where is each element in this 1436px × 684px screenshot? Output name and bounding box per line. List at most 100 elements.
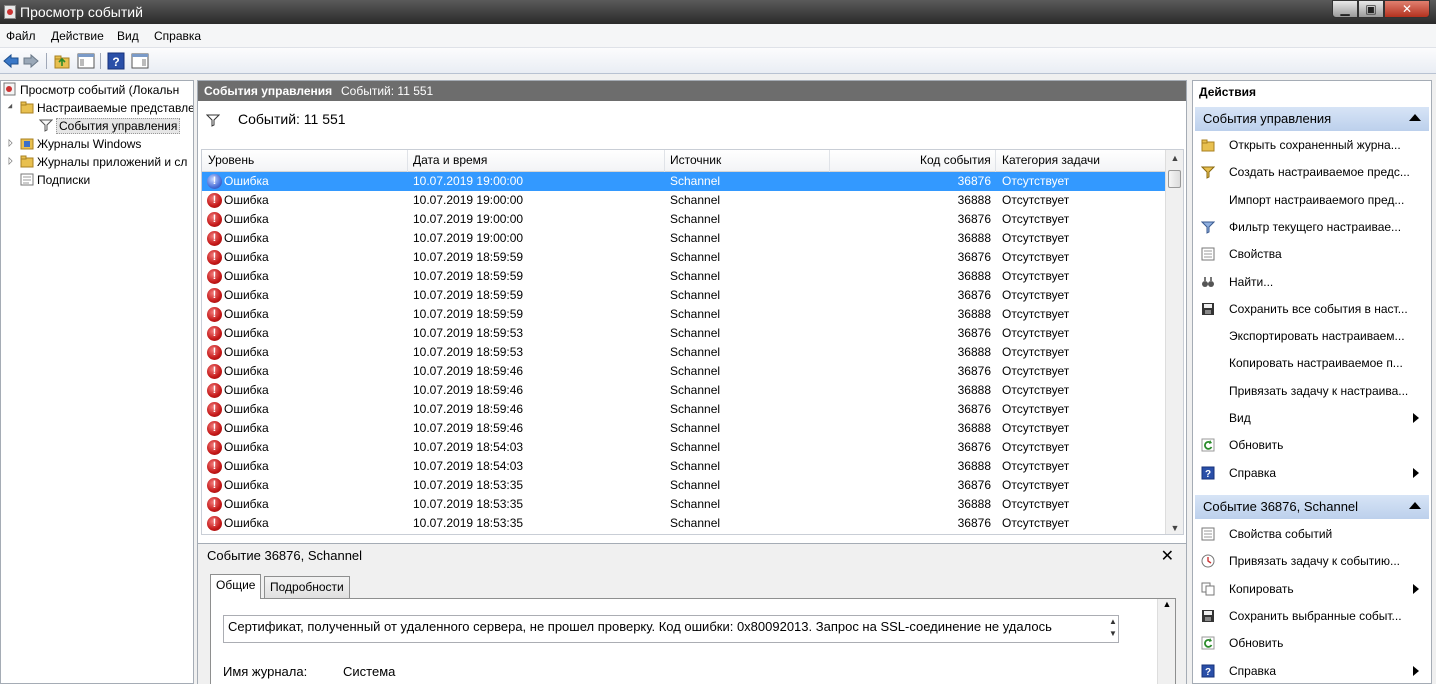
maximize-button[interactable]: ▣ [1358, 0, 1384, 18]
error-icon: ! [207, 516, 222, 531]
table-row[interactable]: ! Ошибка 10.07.2019 18:59:53 Schannel 36888 О… [202, 343, 1166, 362]
action-label: Свойства событий [1229, 527, 1333, 541]
detail-close-icon[interactable]: ✕ [1161, 546, 1174, 566]
tree-item-subscriptions[interactable]: Подписки [20, 171, 90, 189]
table-row[interactable]: ! Ошибка 10.07.2019 18:59:59 Schannel 36888 О… [202, 267, 1166, 286]
tree-item-root[interactable]: Просмотр событий (Локальн [3, 81, 179, 99]
tree-item-app-logs[interactable]: Журналы приложений и сл [7, 153, 187, 171]
column-header-date[interactable]: Дата и время [413, 153, 487, 167]
collapsed-triangle-icon[interactable] [7, 136, 16, 150]
svg-text:?: ? [112, 55, 119, 69]
cell-date: 10.07.2019 18:54:03 [413, 459, 524, 473]
submenu-arrow-icon[interactable] [1413, 467, 1419, 478]
detail-scroll-up-icon[interactable]: ▲ [1158, 599, 1176, 609]
table-row[interactable]: ! Ошибка 10.07.2019 18:59:46 Schannel 36876 О… [202, 362, 1166, 381]
close-button[interactable]: ✕ [1384, 0, 1430, 18]
log-name-value: Система [343, 664, 396, 679]
column-header-level[interactable]: Уровень [208, 153, 254, 167]
table-row[interactable]: ! Ошибка 10.07.2019 18:59:59 Schannel 36888 О… [202, 305, 1166, 324]
action-label: Вид [1229, 411, 1251, 425]
tree-item-administrative-events[interactable]: События управления [39, 117, 181, 135]
folder-up-icon[interactable] [53, 52, 71, 70]
cell-task-category: Отсутствует [1002, 440, 1070, 454]
collapse-up-icon[interactable] [1409, 502, 1421, 509]
show-hide-action-pane-icon[interactable] [131, 52, 149, 70]
cell-task-category: Отсутствует [1002, 307, 1070, 321]
table-row[interactable]: ! Ошибка 10.07.2019 18:53:35 Schannel 36888 О… [202, 495, 1166, 514]
cell-event-id: 36888 [957, 307, 991, 321]
show-hide-tree-icon[interactable] [77, 52, 95, 70]
table-row[interactable]: ! Ошибка 10.07.2019 18:53:35 Schannel 36876 О… [202, 514, 1166, 533]
tab-general[interactable]: Общие [210, 574, 262, 599]
event-description[interactable]: Сертификат, полученный от удаленного сер… [223, 615, 1119, 643]
error-icon: ! [207, 174, 222, 189]
column-header-task-category[interactable]: Категория задачи [1002, 153, 1100, 167]
menu-action[interactable]: Действие [51, 29, 104, 43]
actions-section-event[interactable]: Событие 36876, Schannel [1195, 495, 1429, 519]
detail-scrollbar[interactable]: ▲ [1157, 599, 1175, 684]
table-row[interactable]: ! Ошибка 10.07.2019 19:00:00 Schannel 36888 О… [202, 191, 1166, 210]
cell-task-category: Отсутствует [1002, 326, 1070, 340]
action-label: Свойства [1229, 247, 1282, 262]
help-icon[interactable]: ? [107, 52, 125, 70]
menu-help[interactable]: Справка [154, 29, 201, 43]
cell-date: 10.07.2019 18:59:53 [413, 326, 524, 340]
scrollbar-thumb[interactable] [1168, 170, 1181, 188]
cell-date: 10.07.2019 19:00:00 [413, 231, 524, 245]
table-row[interactable]: ! Ошибка 10.07.2019 18:59:59 Schannel 36876 О… [202, 248, 1166, 267]
cell-level: Ошибка [224, 421, 269, 435]
cell-task-category: Отсутствует [1002, 250, 1070, 264]
cell-source: Schannel [670, 193, 721, 207]
action-label: Копировать [1229, 581, 1294, 596]
tree-item-custom-views[interactable]: Настраиваемые представле [7, 99, 193, 117]
table-row[interactable]: ! Ошибка 10.07.2019 18:53:35 Schannel 36876 О… [202, 476, 1166, 495]
forward-arrow-icon[interactable] [22, 52, 40, 70]
error-icon: ! [207, 497, 222, 512]
cell-level: Ошибка [224, 383, 269, 397]
cell-task-category: Отсутствует [1002, 193, 1070, 207]
collapse-up-icon[interactable] [1409, 114, 1421, 121]
submenu-arrow-icon[interactable] [1413, 583, 1419, 594]
table-row[interactable]: ! Ошибка 10.07.2019 18:54:03 Schannel 36876 О… [202, 438, 1166, 457]
action-label: Экспортировать настраиваем... [1229, 329, 1405, 344]
actions-section-admin-events[interactable]: События управления [1195, 107, 1429, 131]
table-row[interactable]: ! Ошибка 10.07.2019 18:59:46 Schannel 36888 О… [202, 419, 1166, 438]
table-row[interactable]: ! Ошибка 10.07.2019 18:59:59 Schannel 36876 О… [202, 286, 1166, 305]
submenu-arrow-icon[interactable] [1413, 413, 1419, 423]
table-row[interactable]: ! Ошибка 10.07.2019 19:00:00 Schannel 36876 О… [202, 210, 1166, 229]
table-row[interactable]: ! Ошибка 10.07.2019 18:59:46 Schannel 36888 О… [202, 381, 1166, 400]
minimize-button[interactable]: ▁ [1332, 0, 1358, 18]
scroll-up-arrow-icon[interactable]: ▲ [1166, 150, 1183, 166]
description-scroll-arrows-icon[interactable]: ▲ ▼ [1109, 616, 1117, 640]
windows-logs-icon [20, 138, 34, 150]
cell-level: Ошибка [224, 174, 269, 188]
table-row[interactable]: ! Ошибка 10.07.2019 18:54:03 Schannel 36888 О… [202, 457, 1166, 476]
menu-view[interactable]: Вид [117, 29, 139, 43]
action-label: Фильтр текущего настраивае... [1229, 219, 1402, 234]
cell-source: Schannel [670, 383, 721, 397]
submenu-arrow-icon[interactable] [1413, 665, 1419, 676]
cell-source: Schannel [670, 478, 721, 492]
back-arrow-icon[interactable] [2, 52, 20, 70]
table-row[interactable]: ! Ошибка 10.07.2019 18:59:53 Schannel 36876 О… [202, 324, 1166, 343]
column-header-event-id[interactable]: Код события [920, 153, 991, 167]
expanded-triangle-icon[interactable] [7, 100, 16, 114]
column-header-source[interactable]: Источник [670, 153, 721, 167]
scroll-down-arrow-icon[interactable]: ▼ [1166, 520, 1183, 534]
cell-date: 10.07.2019 18:59:46 [413, 383, 524, 397]
action-label: Импорт настраиваемого пред... [1229, 192, 1405, 207]
tree-item-windows-logs[interactable]: Журналы Windows [7, 135, 141, 153]
table-scrollbar[interactable]: ▲ ▼ [1165, 150, 1183, 534]
table-row[interactable]: ! Ошибка 10.07.2019 18:59:46 Schannel 36876 О… [202, 400, 1166, 419]
collapsed-triangle-icon[interactable] [7, 154, 16, 168]
table-row[interactable]: ! Ошибка 10.07.2019 19:00:00 Schannel 36876 О… [202, 172, 1166, 191]
cell-level: Ошибка [224, 288, 269, 302]
title-bar: Просмотр событий ▁ ▣ ✕ [0, 0, 1436, 24]
event-detail-title: Событие 36876, Schannel [207, 548, 363, 563]
events-pane-header: События управления Событий: 11 551 [198, 81, 1186, 101]
cell-source: Schannel [670, 174, 721, 188]
tab-details[interactable]: Подробности [264, 576, 350, 598]
table-row[interactable]: ! Ошибка 10.07.2019 19:00:00 Schannel 36888 О… [202, 229, 1166, 248]
menu-file[interactable]: Файл [6, 29, 36, 43]
filter-icon [1201, 221, 1215, 234]
